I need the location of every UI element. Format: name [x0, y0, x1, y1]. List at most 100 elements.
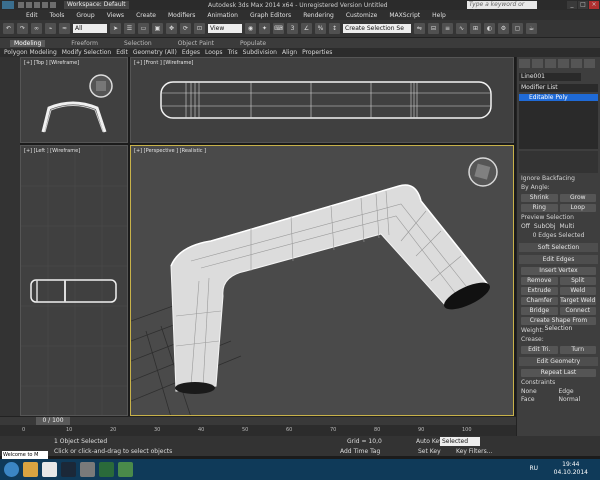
schematic-icon[interactable]: ⊞	[470, 23, 481, 34]
preview-multi-radio[interactable]: Multi	[559, 223, 574, 231]
steam-icon[interactable]	[61, 462, 76, 477]
insert-vertex-button[interactable]: Insert Vertex	[521, 267, 596, 275]
target-weld-button[interactable]: Target Weld	[559, 297, 596, 305]
link-icon[interactable]: ∞	[31, 23, 42, 34]
window-crossing-icon[interactable]: ▣	[152, 23, 163, 34]
connect-button[interactable]: Connect	[559, 307, 596, 315]
undo-icon[interactable]: ↶	[3, 23, 14, 34]
menu-create[interactable]: Create	[136, 12, 156, 19]
menu-modifiers[interactable]: Modifiers	[168, 12, 195, 19]
timeline-ruler[interactable]: 0 10 20 30 40 50 60 70 80 90 100	[0, 425, 516, 436]
remove-button[interactable]: Remove	[521, 277, 558, 285]
undo-icon[interactable]	[42, 2, 48, 8]
shrink-button[interactable]: Shrink	[521, 194, 558, 202]
menu-views[interactable]: Views	[107, 12, 124, 19]
render-setup-icon[interactable]: ⚙	[498, 23, 509, 34]
preview-subobj-radio[interactable]: SubObj	[534, 223, 556, 231]
unlink-icon[interactable]: ⌁	[45, 23, 56, 34]
loop-button[interactable]: Loop	[559, 204, 596, 212]
material-editor-icon[interactable]: ◐	[484, 23, 495, 34]
key-filters-button[interactable]: Key Filters...	[456, 447, 493, 456]
app2-taskbar-icon[interactable]	[118, 462, 133, 477]
create-tab-icon[interactable]	[519, 59, 530, 68]
menu-graph-editors[interactable]: Graph Editors	[250, 12, 291, 19]
ribbon-tris[interactable]: Tris	[228, 49, 238, 56]
constraint-none-radio[interactable]: None	[521, 388, 559, 396]
minimize-icon[interactable]: _	[567, 1, 577, 9]
selection-filter-dropdown[interactable]: All	[73, 24, 107, 33]
close-icon[interactable]: ×	[589, 1, 599, 9]
3dsmax-taskbar-icon[interactable]	[80, 462, 95, 477]
maximize-icon[interactable]: □	[578, 1, 588, 9]
key-mode-dropdown[interactable]: Selected	[440, 437, 480, 446]
edit-geometry-rollout[interactable]: Edit Geometry	[519, 357, 598, 366]
align-icon[interactable]: ⊟	[428, 23, 439, 34]
language-indicator[interactable]: RU	[529, 465, 538, 472]
weld-button[interactable]: Weld	[559, 287, 596, 295]
bind-space-warp-icon[interactable]: ≈	[59, 23, 70, 34]
viewport-left[interactable]: [+] [Left ] [Wireframe]	[20, 145, 128, 416]
viewport-top[interactable]: [+] [Top ] [Wireframe]	[20, 57, 128, 143]
stack-item-editable-poly[interactable]: Editable Poly	[519, 94, 598, 101]
rect-selection-icon[interactable]: ▭	[138, 23, 149, 34]
constraint-edge-radio[interactable]: Edge	[559, 388, 597, 396]
utilities-tab-icon[interactable]	[584, 59, 595, 68]
keyboard-shortcut-icon[interactable]: ⌨	[273, 23, 284, 34]
save-icon[interactable]	[34, 2, 40, 8]
tab-modeling[interactable]: Modeling	[10, 39, 46, 47]
open-icon[interactable]	[26, 2, 32, 8]
split-button[interactable]: Split	[559, 277, 596, 285]
angle-snap-icon[interactable]: ∠	[301, 23, 312, 34]
named-selection-dropdown[interactable]: Create Selection Se	[343, 24, 411, 33]
app-taskbar-icon[interactable]	[99, 462, 114, 477]
constraint-normal-radio[interactable]: Normal	[559, 396, 597, 404]
menu-customize[interactable]: Customize	[346, 12, 378, 19]
spinner-snap-icon[interactable]: ↕	[329, 23, 340, 34]
snap-icon[interactable]: 3	[287, 23, 298, 34]
modifier-list-dropdown[interactable]: Modifier List	[519, 84, 598, 92]
set-key-button[interactable]: Set Key	[418, 447, 441, 456]
time-slider-knob[interactable]: 0 / 100	[36, 417, 70, 425]
grow-button[interactable]: Grow	[559, 194, 596, 202]
explorer-icon[interactable]	[23, 462, 38, 477]
tab-freeform[interactable]: Freeform	[71, 40, 98, 47]
ribbon-subdivision[interactable]: Subdivision	[243, 49, 277, 56]
viewport-perspective[interactable]: [+] [Perspective ] [Realistic ]	[130, 145, 514, 416]
select-by-name-icon[interactable]: ☰	[124, 23, 135, 34]
curve-editor-icon[interactable]: ∿	[456, 23, 467, 34]
constraint-face-radio[interactable]: Face	[521, 396, 559, 404]
ignore-backfacing-checkbox[interactable]: Ignore Backfacing	[521, 175, 596, 183]
by-angle-checkbox[interactable]: By Angle:	[521, 184, 596, 192]
tab-populate[interactable]: Populate	[240, 40, 266, 47]
menu-maxscript[interactable]: MAXScript	[389, 12, 420, 19]
ribbon-align[interactable]: Align	[282, 49, 297, 56]
create-shape-button[interactable]: Create Shape From Selection	[521, 317, 596, 332]
percent-snap-icon[interactable]: %	[315, 23, 326, 34]
maxscript-listener[interactable]: Welcome to M	[2, 451, 48, 459]
crease-spinner[interactable]: Crease:	[521, 336, 596, 344]
ribbon-loops[interactable]: Loops	[205, 49, 223, 56]
preview-off-radio[interactable]: Off	[521, 223, 530, 231]
layer-icon[interactable]: ≡	[442, 23, 453, 34]
add-time-tag[interactable]: Add Time Tag	[340, 447, 380, 456]
chrome-icon[interactable]	[42, 462, 57, 477]
render-frame-icon[interactable]: ▢	[512, 23, 523, 34]
auto-key-button[interactable]: Auto Key	[416, 437, 443, 446]
manipulate-icon[interactable]: ✦	[259, 23, 270, 34]
ribbon-modify-selection[interactable]: Modify Selection	[62, 49, 111, 56]
ring-button[interactable]: Ring	[521, 204, 558, 212]
select-object-icon[interactable]: ➤	[110, 23, 121, 34]
menu-rendering[interactable]: Rendering	[303, 12, 334, 19]
redo-icon[interactable]: ↷	[17, 23, 28, 34]
chamfer-button[interactable]: Chamfer	[521, 297, 558, 305]
start-button-icon[interactable]	[4, 462, 19, 477]
repeat-last-button[interactable]: Repeat Last	[521, 369, 596, 377]
tab-selection[interactable]: Selection	[124, 40, 152, 47]
ribbon-properties[interactable]: Properties	[302, 49, 332, 56]
rotate-icon[interactable]: ⟳	[180, 23, 191, 34]
render-icon[interactable]: ☕	[526, 23, 537, 34]
modify-tab-icon[interactable]	[532, 59, 543, 68]
menu-help[interactable]: Help	[432, 12, 446, 19]
time-slider[interactable]: 0 / 100	[0, 416, 516, 425]
redo-icon[interactable]	[50, 2, 56, 8]
